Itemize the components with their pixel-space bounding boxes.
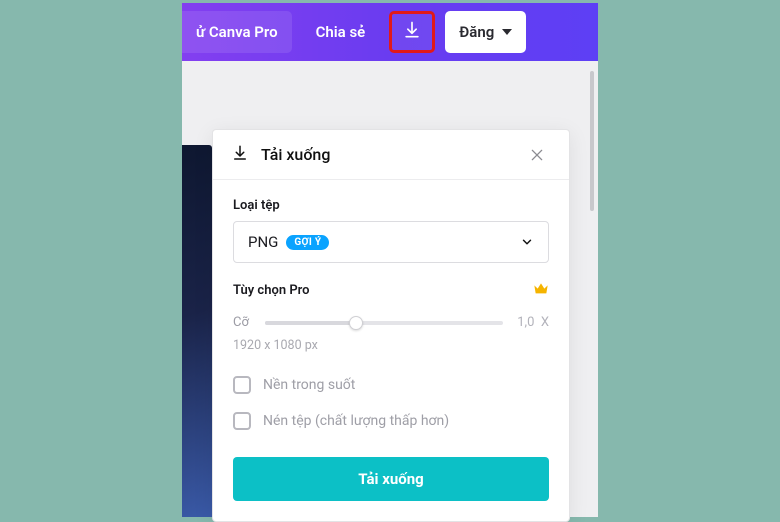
try-pro-label: ử Canva Pro [196,23,278,41]
try-pro-button[interactable]: ử Canva Pro [182,11,292,53]
login-button[interactable]: Đăng [445,11,526,53]
download-panel: Tải xuống Loại tệp PNG GỢI Ý Tùy chọn Pr… [212,129,570,522]
filetype-select[interactable]: PNG GỢI Ý [233,221,549,263]
filetype-label: Loại tệp [233,198,549,213]
transparent-bg-checkbox[interactable] [233,376,251,394]
panel-title: Tải xuống [261,145,330,164]
option-transparent-row: Nền trong suốt [233,367,549,403]
share-button[interactable]: Chia sẻ [302,11,380,53]
pro-options-label: Tùy chọn Pro [233,283,310,298]
close-button[interactable] [523,141,551,169]
download-icon [402,20,422,44]
chevron-down-icon [502,29,512,35]
transparent-bg-label: Nền trong suốt [263,377,355,393]
size-slider[interactable] [265,321,503,325]
compress-file-checkbox[interactable] [233,412,251,430]
dimensions-text: 1920 x 1080 px [233,332,549,367]
download-button-label: Tải xuống [358,470,423,488]
top-toolbar: ử Canva Pro Chia sẻ Đăng [182,3,598,61]
share-label: Chia sẻ [316,23,366,41]
download-icon [231,144,249,166]
compress-file-label: Nén tệp (chất lượng thấp hơn) [263,413,449,429]
download-button[interactable]: Tải xuống [233,457,549,501]
design-preview [182,145,212,517]
panel-header: Tải xuống [213,130,569,180]
option-compress-row: Nén tệp (chất lượng thấp hơn) [233,403,549,439]
vertical-scrollbar[interactable] [590,71,594,211]
chevron-down-icon [520,235,534,249]
slider-thumb[interactable] [349,316,363,330]
crown-icon [533,281,549,299]
size-value: 1,0 X [517,315,549,330]
filetype-value: PNG [248,233,278,251]
suggested-badge: GỢI Ý [286,235,329,250]
download-toolbar-button[interactable] [389,11,435,53]
slider-fill [265,321,356,325]
editor-canvas-area: Tải xuống Loại tệp PNG GỢI Ý Tùy chọn Pr… [182,61,598,517]
size-label: Cỡ [233,315,251,330]
panel-body: Loại tệp PNG GỢI Ý Tùy chọn Pro Cỡ [213,180,569,521]
login-label: Đăng [459,23,494,41]
